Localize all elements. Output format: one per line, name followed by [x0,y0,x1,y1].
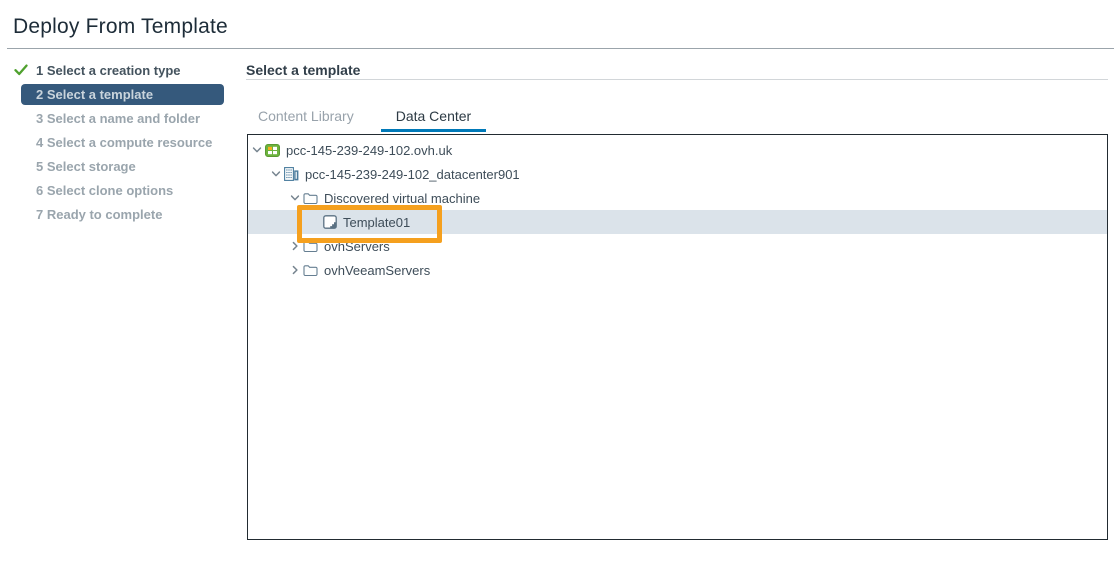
folder-icon [303,239,318,254]
folder-icon [303,263,318,278]
tab-label: Data Center [396,108,471,124]
tree-item-pcc-145-239-249-102-ovh-uk[interactable]: pcc-145-239-249-102.ovh.uk [248,138,1107,162]
wizard-step-6-select-clone-options: 6 Select clone options [0,178,242,202]
wizard-steps: 1 Select a creation type 2 Select a templ… [0,58,242,226]
wizard-step-2-select-a-template[interactable]: 2 Select a template [21,84,224,105]
tree-item-ovhveeamservers[interactable]: ovhVeeamServers [248,258,1107,282]
wizard-step-label: 3 Select a name and folder [36,111,200,126]
chevron-right-icon[interactable] [288,265,301,275]
tree-item-pcc-145-239-249-102-datacenter901[interactable]: pcc-145-239-249-102_datacenter901 [248,162,1107,186]
wizard-step-3-select-a-name-and-folder: 3 Select a name and folder [0,106,242,130]
tree-item-label: ovhVeeamServers [324,263,436,278]
wizard-step-label: 6 Select clone options [36,183,173,198]
tab-label: Content Library [258,108,354,124]
wizard-step-4-select-a-compute-resource: 4 Select a compute resource [0,130,242,154]
inventory-tree: pcc-145-239-249-102.ovh.uk pcc-145-239-24… [248,138,1107,282]
wizard-step-1-select-a-creation-type[interactable]: 1 Select a creation type [0,58,242,82]
wizard-step-label: 4 Select a compute resource [36,135,212,150]
tree-item-label: pcc-145-239-249-102.ovh.uk [286,143,458,158]
tree-item-label: Template01 [343,215,416,230]
wizard-step-label: 7 Ready to complete [36,207,162,222]
chevron-down-icon[interactable] [288,193,301,203]
tree-item-template01[interactable]: Template01 [248,210,1107,234]
template-source-tabs: Content Library Data Center [243,103,486,132]
check-icon [14,64,28,76]
tree-item-label: ovhServers [324,239,396,254]
deploy-from-template-wizard: Deploy From Template 1 Select a creation… [0,0,1119,570]
tab-data-center[interactable]: Data Center [381,103,486,132]
folder-icon [303,191,318,206]
chevron-right-icon[interactable] [288,241,301,251]
wizard-step-7-ready-to-complete: 7 Ready to complete [0,202,242,226]
vcenter-server-icon [265,143,280,158]
datacenter-icon [284,167,299,182]
tree-item-label: Discovered virtual machine [324,191,486,206]
section-title: Select a template [246,62,360,78]
chevron-down-icon[interactable] [250,145,263,155]
vm-template-icon [322,215,337,230]
tab-content-library[interactable]: Content Library [243,103,369,132]
page-title: Deploy From Template [13,15,228,39]
wizard-step-5-select-storage: 5 Select storage [0,154,242,178]
tree-item-label: pcc-145-239-249-102_datacenter901 [305,167,526,182]
wizard-step-label: 2 Select a template [36,87,153,102]
title-divider [7,48,1114,49]
tree-item-ovhservers[interactable]: ovhServers [248,234,1107,258]
wizard-step-label: 5 Select storage [36,159,136,174]
chevron-down-icon[interactable] [269,169,282,179]
tree-item-discovered-virtual-machine[interactable]: Discovered virtual machine [248,186,1107,210]
section-divider [246,79,1108,80]
inventory-tree-panel: pcc-145-239-249-102.ovh.uk pcc-145-239-24… [247,134,1108,540]
wizard-step-label: 1 Select a creation type [36,63,181,78]
